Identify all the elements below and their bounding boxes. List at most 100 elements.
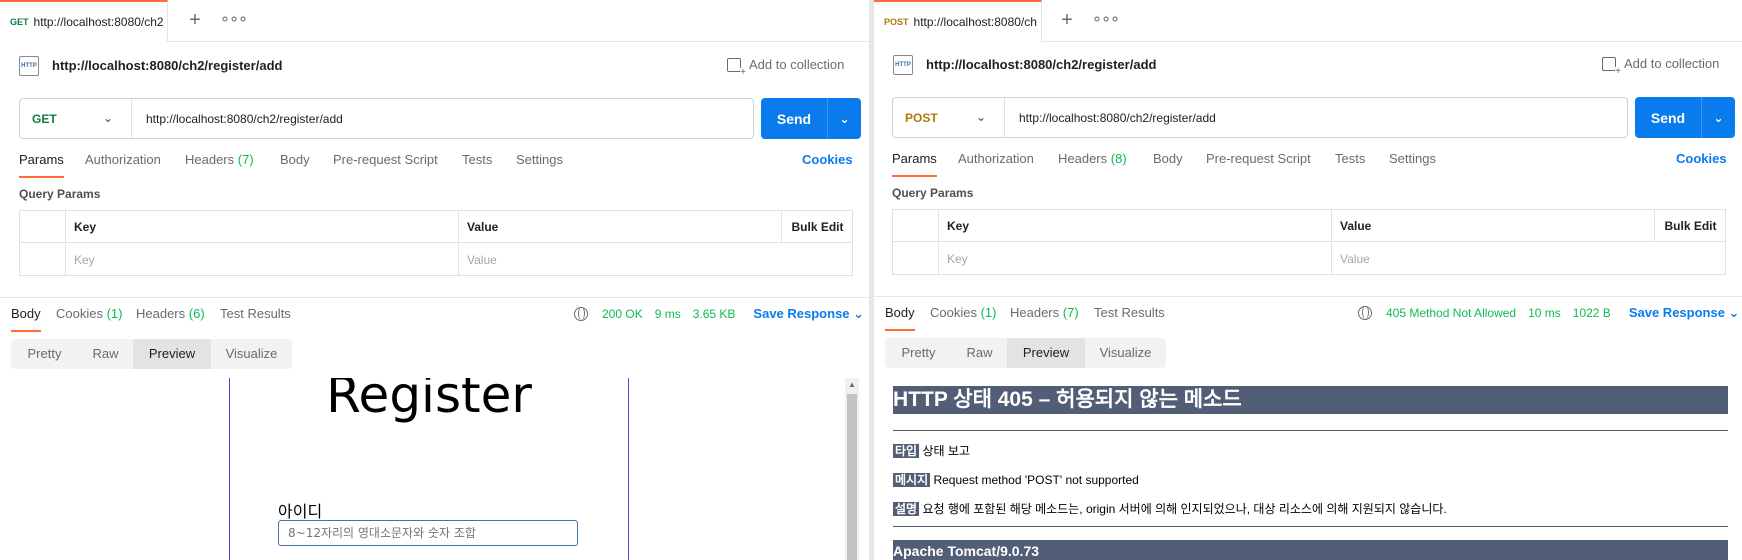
tab-method: POST bbox=[884, 17, 909, 27]
tab-tests[interactable]: Tests bbox=[462, 152, 492, 167]
tab-params[interactable]: Params bbox=[19, 152, 64, 178]
key-input[interactable]: Key bbox=[938, 243, 1331, 275]
id-input[interactable]: 8~12자리의 영대소문자와 숫자 조합 bbox=[278, 520, 578, 546]
request-tab[interactable]: POST http://localhost:8080/ch bbox=[874, 0, 1042, 42]
response-tab-cookies[interactable]: Cookies (1) bbox=[56, 306, 122, 321]
chevron-down-icon: ⌄ bbox=[102, 111, 113, 125]
response-meta: 405 Method Not Allowed 10 ms 1022 B Save… bbox=[1358, 305, 1739, 321]
tab-url: http://localhost:8080/ch2 bbox=[33, 15, 164, 29]
response-tab-body[interactable]: Body bbox=[885, 305, 915, 331]
tab-pre-request-script[interactable]: Pre-request Script bbox=[333, 152, 438, 167]
more-options-icon[interactable]: ∘∘∘ bbox=[1092, 9, 1120, 33]
send-button[interactable]: Send ⌄ bbox=[1635, 97, 1735, 138]
more-options-icon[interactable]: ∘∘∘ bbox=[220, 9, 248, 33]
cookies-link[interactable]: Cookies bbox=[802, 152, 853, 167]
request-title: http://localhost:8080/ch2/register/add bbox=[52, 58, 283, 73]
url-input[interactable]: http://localhost:8080/ch2/register/add bbox=[1005, 111, 1216, 125]
tab-url: http://localhost:8080/ch bbox=[913, 15, 1037, 29]
save-response-button[interactable]: Save Response ⌄ bbox=[1629, 305, 1740, 321]
send-dropdown-chevron-icon[interactable]: ⌄ bbox=[1702, 111, 1735, 125]
chevron-down-icon: ⌄ bbox=[975, 110, 986, 124]
tab-params[interactable]: Params bbox=[892, 151, 937, 177]
url-bar: GET ⌄ http://localhost:8080/ch2/register… bbox=[19, 98, 754, 139]
response-cookies-count: (1) bbox=[106, 306, 123, 321]
new-tab-plus-icon[interactable]: + bbox=[1056, 9, 1078, 33]
view-preview[interactable]: Preview bbox=[1007, 338, 1085, 368]
value-input[interactable]: Value bbox=[458, 244, 854, 276]
response-meta: 200 OK 9 ms 3.65 KB Save Response ⌄ bbox=[574, 306, 864, 322]
tab-headers[interactable]: Headers (7) bbox=[185, 152, 254, 167]
view-raw[interactable]: Raw bbox=[78, 339, 133, 369]
url-bar: POST ⌄ http://localhost:8080/ch2/registe… bbox=[892, 97, 1628, 138]
message-line: 메시지 Request method 'POST' not supported bbox=[893, 471, 1139, 488]
tab-authorization[interactable]: Authorization bbox=[85, 152, 161, 167]
status-code: 200 OK bbox=[602, 307, 643, 321]
response-tab-test-results[interactable]: Test Results bbox=[1094, 305, 1165, 320]
tab-headers-label: Headers bbox=[185, 152, 235, 167]
key-header: Key bbox=[65, 211, 458, 243]
send-label: Send bbox=[1650, 109, 1686, 126]
error-heading: HTTP 상태 405 – 허용되지 않는 메소드 bbox=[893, 386, 1728, 414]
view-preview[interactable]: Preview bbox=[133, 339, 211, 369]
send-label: Send bbox=[776, 110, 812, 127]
tab-settings[interactable]: Settings bbox=[516, 152, 563, 167]
response-size: 1022 B bbox=[1572, 306, 1611, 320]
method-select[interactable]: POST ⌄ bbox=[893, 98, 1005, 137]
description-line: 설명 요청 행에 포함된 해당 메소드는, origin 서버에 의해 인지되었… bbox=[893, 500, 1447, 517]
tab-body[interactable]: Body bbox=[1153, 151, 1183, 166]
preview-scrollbar[interactable]: ▲ bbox=[845, 378, 859, 560]
footer-rule bbox=[893, 526, 1728, 527]
add-to-collection-label: Add to collection bbox=[749, 57, 845, 72]
description-value: 요청 행에 포함된 해당 메소드는, origin 서버에 의해 인지되었으나,… bbox=[922, 502, 1447, 516]
send-button[interactable]: Send ⌄ bbox=[761, 98, 861, 139]
view-raw[interactable]: Raw bbox=[952, 338, 1007, 368]
cookies-link[interactable]: Cookies bbox=[1676, 151, 1727, 166]
request-title: http://localhost:8080/ch2/register/add bbox=[926, 57, 1157, 72]
bulk-edit-button[interactable]: Bulk Edit bbox=[1654, 210, 1726, 242]
method-label: POST bbox=[905, 110, 938, 125]
url-input[interactable]: http://localhost:8080/ch2/register/add bbox=[132, 112, 343, 126]
message-label: 메시지 bbox=[893, 473, 931, 487]
tab-pre-request-script[interactable]: Pre-request Script bbox=[1206, 151, 1311, 166]
scrollbar-thumb[interactable] bbox=[847, 394, 857, 560]
type-label: 타입 bbox=[893, 444, 920, 458]
key-input[interactable]: Key bbox=[65, 244, 458, 276]
collection-icon bbox=[1602, 56, 1621, 77]
response-preview: Register 아이디 8~12자리의 영대소문자와 숫자 조합 ▲ bbox=[11, 378, 859, 560]
collection-icon bbox=[727, 57, 746, 78]
add-to-collection-button[interactable]: Add to collection bbox=[727, 57, 845, 78]
method-label: GET bbox=[32, 111, 57, 126]
tab-tests[interactable]: Tests bbox=[1335, 151, 1365, 166]
send-dropdown-chevron-icon[interactable]: ⌄ bbox=[828, 112, 861, 126]
globe-icon[interactable] bbox=[574, 307, 588, 321]
tab-authorization[interactable]: Authorization bbox=[958, 151, 1034, 166]
query-params-table: Key Value Bulk Edit Key Value bbox=[19, 210, 853, 276]
view-visualize[interactable]: Visualize bbox=[211, 339, 292, 369]
new-tab-plus-icon[interactable]: + bbox=[184, 9, 206, 33]
response-tab-body[interactable]: Body bbox=[11, 306, 41, 332]
key-header: Key bbox=[938, 210, 1331, 242]
add-to-collection-button[interactable]: Add to collection bbox=[1602, 56, 1719, 77]
value-input[interactable]: Value bbox=[1331, 243, 1727, 275]
globe-icon[interactable] bbox=[1358, 306, 1372, 320]
method-select[interactable]: GET ⌄ bbox=[20, 99, 132, 138]
save-response-button[interactable]: Save Response ⌄ bbox=[753, 306, 864, 322]
response-tab-cookies[interactable]: Cookies (1) bbox=[930, 305, 996, 320]
save-response-label: Save Response bbox=[1628, 305, 1725, 320]
id-label: 아이디 bbox=[278, 502, 323, 521]
view-visualize[interactable]: Visualize bbox=[1085, 338, 1166, 368]
tab-settings[interactable]: Settings bbox=[1389, 151, 1436, 166]
tab-body[interactable]: Body bbox=[280, 152, 310, 167]
scroll-up-arrow-icon[interactable]: ▲ bbox=[848, 380, 856, 389]
response-tab-headers[interactable]: Headers (6) bbox=[136, 306, 205, 321]
request-tab[interactable]: GET http://localhost:8080/ch2 bbox=[0, 0, 168, 42]
server-footer: Apache Tomcat/9.0.73 bbox=[893, 540, 1728, 560]
register-title: Register bbox=[326, 378, 532, 424]
response-size: 3.65 KB bbox=[692, 307, 736, 321]
response-tab-test-results[interactable]: Test Results bbox=[220, 306, 291, 321]
tab-headers[interactable]: Headers (8) bbox=[1058, 151, 1127, 166]
view-pretty[interactable]: Pretty bbox=[885, 338, 952, 368]
response-tab-headers[interactable]: Headers (7) bbox=[1010, 305, 1079, 320]
bulk-edit-button[interactable]: Bulk Edit bbox=[781, 211, 853, 243]
view-pretty[interactable]: Pretty bbox=[11, 339, 78, 369]
